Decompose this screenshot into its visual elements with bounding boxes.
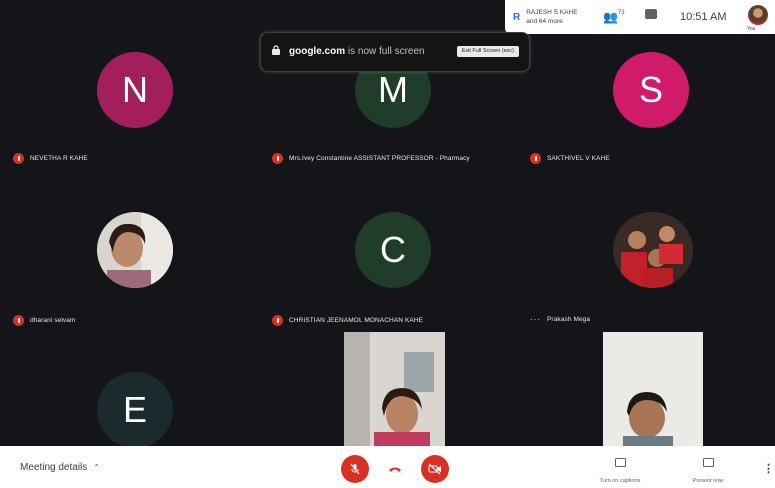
- mic-toggle-button[interactable]: [341, 455, 369, 483]
- participant-avatar-s: S: [613, 52, 689, 128]
- avatar-initial: C: [380, 229, 406, 270]
- avatar-initial: E: [122, 389, 147, 430]
- meeting-info-panel: R RAJESH S KAHE and 64 more 👥73 10:51 AM…: [505, 0, 775, 34]
- mic-off-icon: [530, 153, 541, 164]
- captions-label: Turn on captions: [599, 478, 641, 484]
- participant-avatar-e: E: [97, 372, 173, 446]
- fullscreen-text: is now full screen: [345, 46, 425, 57]
- fullscreen-banner: google.com is now full screen Exit Full …: [260, 32, 530, 72]
- fullscreen-message: google.com is now full screen: [289, 46, 425, 57]
- present-icon: [702, 458, 714, 467]
- mic-off-icon: [13, 153, 24, 164]
- chevron-up-icon: ⌃: [93, 463, 100, 472]
- people-icon: 👥: [603, 10, 618, 24]
- participant-photo-dharani: [97, 212, 173, 288]
- speaker-name: RAJESH S KAHE: [526, 9, 578, 16]
- participant-video-feed: [344, 332, 445, 446]
- exit-fullscreen-button[interactable]: Exit Full Screen (esc): [456, 46, 519, 57]
- participant-name: dharani selvam: [30, 317, 76, 324]
- participant-name: SAKTHIVEL V KAHE: [547, 155, 610, 162]
- avatar-initial: M: [378, 69, 408, 110]
- chat-icon[interactable]: [645, 9, 657, 19]
- more-dots-icon: ···: [530, 315, 541, 324]
- participant-name-row: Mrs.Ivey Constantine ASSISTANT PROFESSOR…: [272, 153, 470, 164]
- people-count: 73: [617, 10, 625, 16]
- active-speaker: R RAJESH S KAHE and 64 more: [513, 8, 578, 26]
- captions-icon: [614, 458, 626, 467]
- fullscreen-domain: google.com: [289, 46, 346, 57]
- speaker-more: and 64 more: [526, 18, 563, 25]
- camera-toggle-button[interactable]: [421, 455, 449, 483]
- mic-off-icon: [272, 153, 283, 164]
- self-avatar: [748, 5, 768, 25]
- participant-video-feed: [603, 332, 703, 446]
- mic-off-icon: [13, 315, 24, 326]
- more-vert-icon[interactable]: ⋮: [763, 462, 774, 475]
- clock: 10:51 AM: [680, 11, 727, 23]
- participant-name: CHRISTIAN JEENAMOL MONACHAN KAHE: [289, 317, 424, 324]
- speaking-indicator-icon: R: [513, 12, 521, 23]
- hangup-icon: [389, 467, 401, 472]
- meeting-details-button[interactable]: Meeting details ⌃: [20, 462, 100, 473]
- lock-icon: [272, 45, 280, 55]
- self-label: You: [747, 26, 756, 32]
- participant-name: Prakash Mega: [547, 316, 591, 323]
- participant-name-row: dharani selvam: [13, 315, 75, 326]
- participant-name-row: NEVETHA R KAHE: [13, 153, 88, 164]
- participant-photo-prakash: [613, 212, 693, 288]
- participant-name-row: ··· Prakash Mega: [530, 315, 590, 324]
- avatar-initial: N: [122, 69, 148, 110]
- hangup-button[interactable]: [381, 455, 409, 483]
- video-grid: N NEVETHA R KAHE M Mrs.Ivey Constantine …: [0, 0, 775, 446]
- people-button[interactable]: 👥73: [603, 10, 625, 24]
- bottom-control-bar: Meeting details ⌃ Turn on captions Presen…: [0, 446, 775, 488]
- present-button[interactable]: Present now: [680, 458, 736, 487]
- participant-name-row: SAKTHIVEL V KAHE: [530, 153, 610, 164]
- participant-avatar-n: N: [97, 52, 173, 128]
- captions-button[interactable]: Turn on captions: [588, 458, 652, 487]
- participant-name: NEVETHA R KAHE: [30, 155, 88, 162]
- meeting-details-label: Meeting details: [20, 462, 88, 473]
- mic-off-icon: [272, 315, 283, 326]
- participant-avatar-c: C: [355, 212, 431, 288]
- participant-name: Mrs.Ivey Constantine ASSISTANT PROFESSOR…: [289, 155, 470, 162]
- camera-off-icon: [428, 463, 441, 475]
- participant-name-row: CHRISTIAN JEENAMOL MONACHAN KAHE: [272, 315, 423, 326]
- mic-off-icon: [350, 463, 360, 475]
- present-label: Present now: [692, 478, 724, 484]
- avatar-initial: S: [638, 69, 663, 110]
